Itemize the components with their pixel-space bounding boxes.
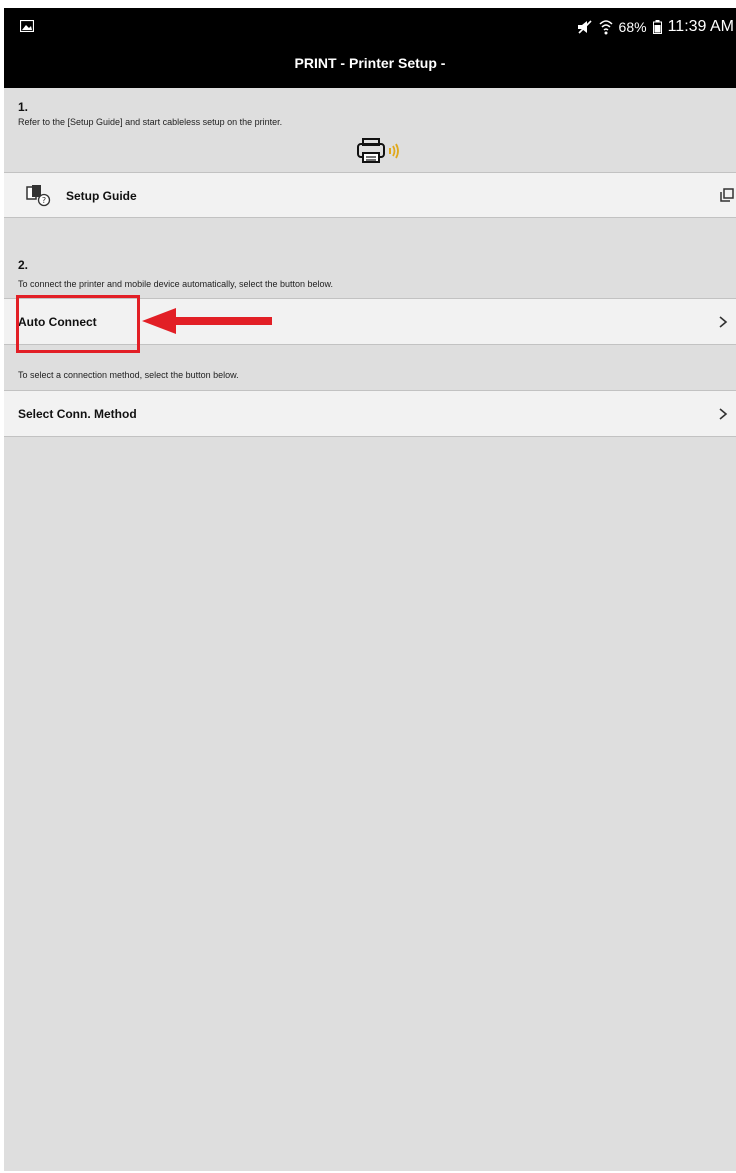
highlight-arrow-icon: [142, 308, 272, 334]
app-screen: 68% 11:39 AM PRINT - Printer Setup - 1. …: [4, 8, 736, 1171]
setup-guide-button[interactable]: ? Setup Guide: [4, 172, 736, 218]
wifi-icon: [599, 20, 613, 35]
image-icon: [20, 20, 34, 32]
select-method-label: Select Conn. Method: [18, 407, 137, 421]
chevron-right-icon: [719, 408, 728, 420]
status-icons: 68% 11:39 AM: [577, 18, 734, 36]
step1-instruction: Refer to the [Setup Guide] and start cab…: [18, 117, 283, 127]
guide-help-icon: ?: [26, 185, 51, 207]
clock: 11:39 AM: [667, 18, 734, 35]
step2-number: 2.: [18, 258, 29, 272]
step1-number: 1.: [18, 100, 29, 114]
status-bar: 68% 11:39 AM: [4, 8, 736, 46]
chevron-right-icon: [719, 316, 728, 328]
open-external-icon: [720, 188, 734, 202]
svg-text:?: ?: [42, 196, 46, 205]
setup-guide-label: Setup Guide: [66, 189, 137, 203]
printer-wireless-icon: [357, 138, 399, 163]
step2-instruction: To connect the printer and mobile device…: [18, 279, 334, 289]
battery-icon: [652, 20, 662, 34]
select-connection-method-button[interactable]: Select Conn. Method: [4, 390, 736, 437]
page-title: PRINT - Printer Setup -: [4, 46, 736, 88]
highlight-box: [16, 295, 140, 353]
select-method-instruction: To select a connection method, select th…: [18, 370, 239, 380]
mute-icon: [577, 20, 592, 34]
battery-percent: 68%: [618, 19, 647, 35]
